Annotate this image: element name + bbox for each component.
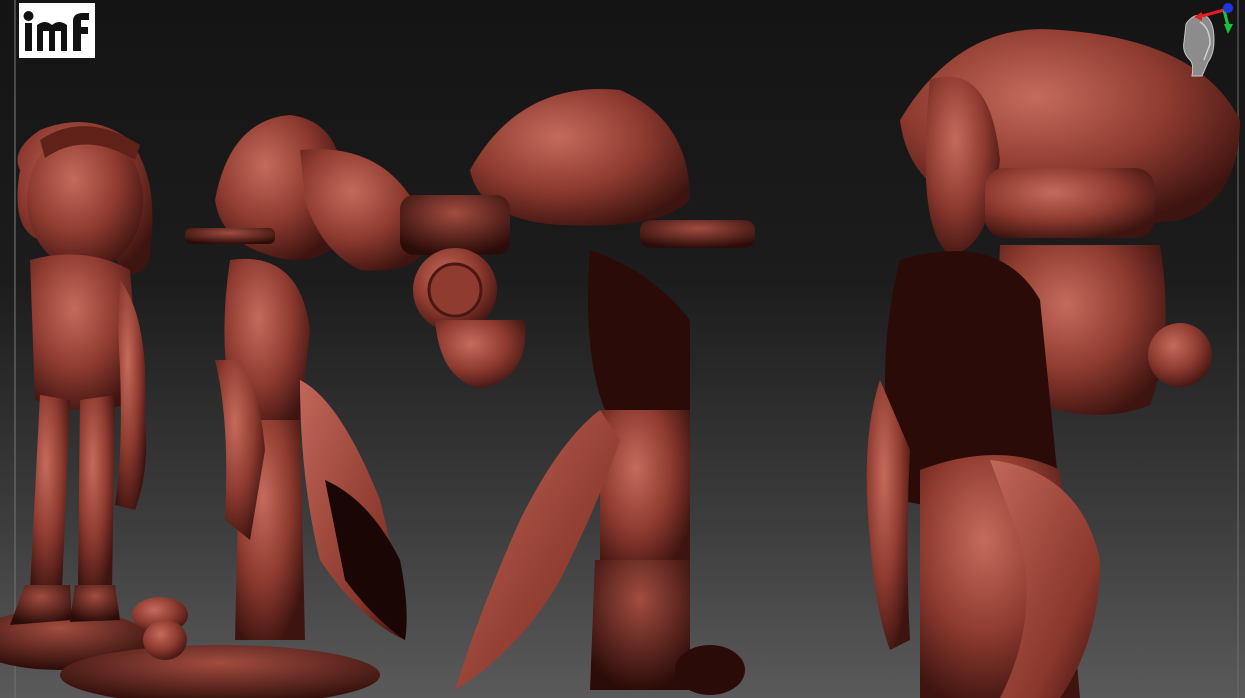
figure-rear-three-quarter-view — [866, 29, 1240, 698]
studio-logo — [19, 3, 95, 58]
navigation-gizmo[interactable] — [1172, 2, 1242, 82]
figure-back-view — [400, 89, 755, 695]
sculpt-render — [0, 29, 1240, 698]
imf-logo-icon — [19, 3, 95, 58]
3d-viewport[interactable] — [0, 0, 1245, 698]
figure-front-view — [0, 122, 153, 670]
head-orientation-gizmo-icon[interactable] — [1172, 2, 1242, 82]
